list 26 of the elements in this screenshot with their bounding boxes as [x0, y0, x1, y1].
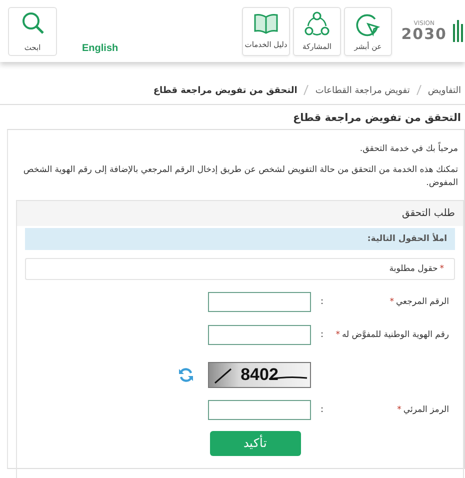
field-label: الرقم المرجعي *	[388, 296, 450, 307]
breadcrumb-link[interactable]: التحقق من تفويض مراجعة قطاع	[153, 86, 298, 96]
input-field[interactable]	[208, 324, 311, 345]
search-icon	[20, 10, 44, 34]
book-icon	[253, 13, 279, 35]
colon-mark: :	[319, 296, 325, 307]
refresh-icon[interactable]	[178, 366, 194, 383]
info-bar: املأ الحقول التالية:	[25, 228, 455, 250]
captcha-image: 8402	[208, 362, 311, 388]
colon-mark: :	[319, 330, 325, 340]
field-label: الرمز المرئي *	[396, 404, 450, 415]
field-label: رقم الهوية الوطنية للمفوَّض له *	[334, 330, 450, 340]
welcome-text: مرحباً بك في خدمة التحقق.	[358, 144, 458, 154]
share-icon	[304, 11, 330, 37]
input-field[interactable]	[208, 400, 311, 420]
logo-bars-icon	[453, 20, 463, 42]
description-text: تمكنك هذه الخدمة من التحقق من حالة التفويض لشخص عن طريق إدخال الرقم المرجعي بالإضافة إلى رقم الهوية الشخص المفوض.	[22, 164, 458, 190]
breadcrumb-separator	[303, 84, 310, 98]
breadcrumb-separator	[416, 84, 422, 98]
input-field[interactable]	[208, 292, 311, 312]
required-note: * حقول مطلوبة	[25, 258, 455, 280]
page-title: التحقق من تفويض مراجعة قطاع	[292, 111, 462, 126]
colon-mark: :	[319, 404, 325, 415]
form-title: طلب التحقق	[17, 200, 463, 226]
breadcrumb-link[interactable]: التفاويض	[428, 86, 461, 96]
breadcrumb-link[interactable]: تفويض مراجعة القطاعات	[315, 86, 410, 96]
